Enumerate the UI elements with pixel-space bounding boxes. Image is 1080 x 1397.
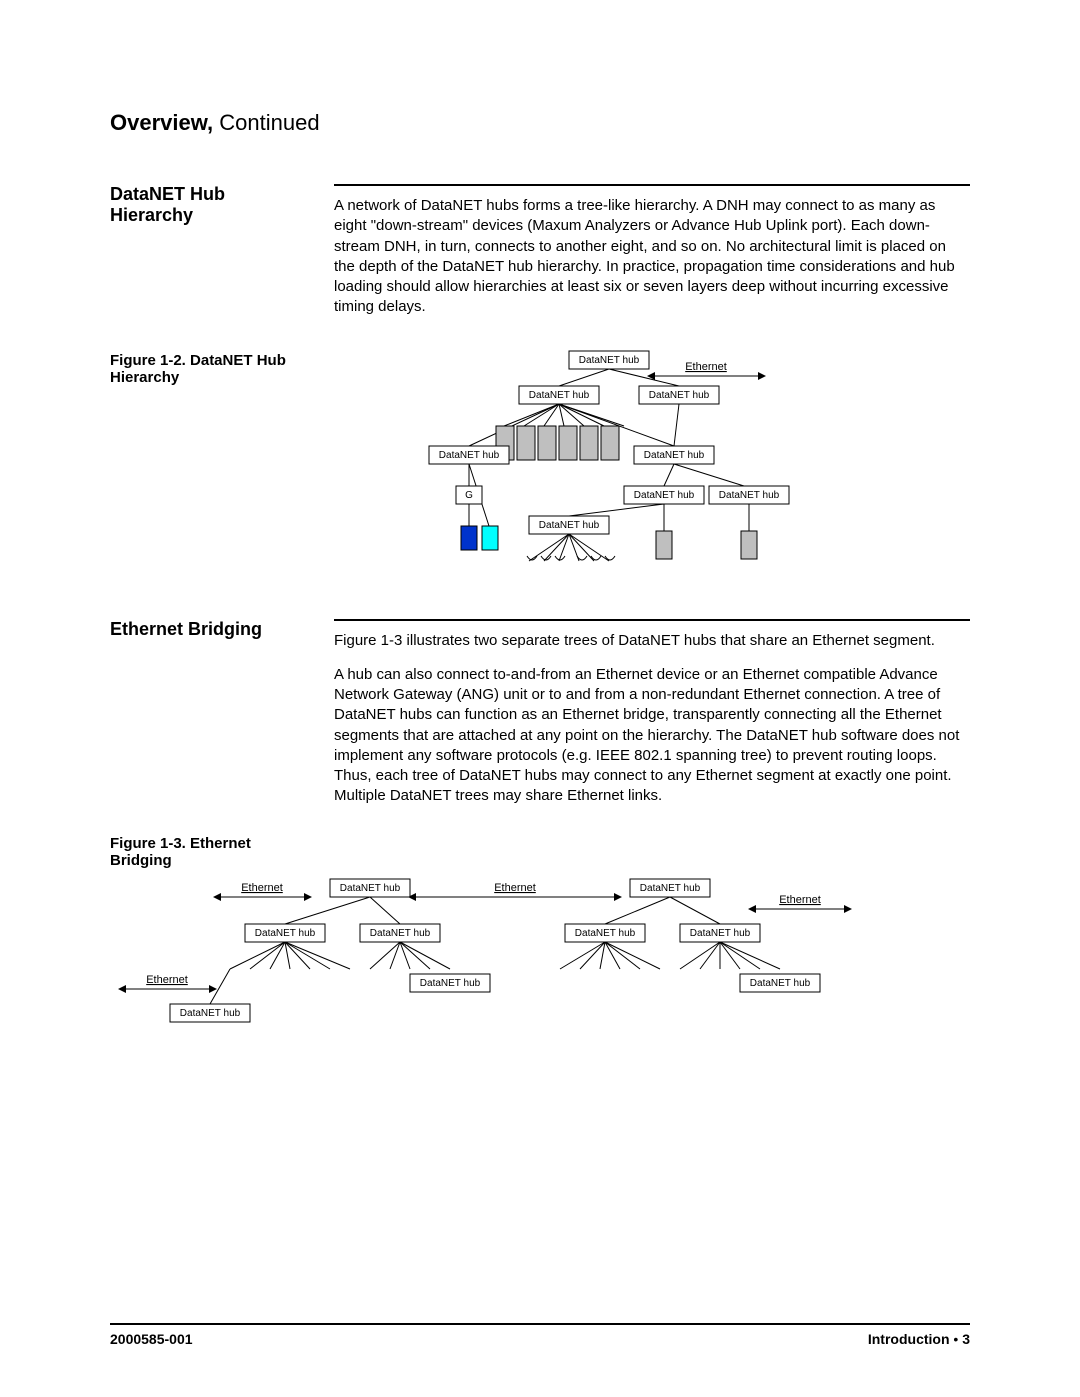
para-bridging-2: A hub can also connect to-and-from an Et… xyxy=(334,665,970,807)
ethernet-label: Ethernet xyxy=(685,361,727,373)
fig-1-3-caption: Figure 1-3. Ethernet Bridging xyxy=(110,835,310,869)
svg-text:DataNET hub: DataNET hub xyxy=(539,520,600,531)
svg-text:DataNET hub: DataNET hub xyxy=(690,928,751,939)
svg-text:DataNET hub: DataNET hub xyxy=(649,390,710,401)
svg-text:DataNET hub: DataNET hub xyxy=(439,450,500,461)
figure-1-3: Figure 1-3. Ethernet Bridging Ethernet D… xyxy=(110,835,970,1054)
section-bridging: Ethernet Bridging Figure 1-3 illustrates… xyxy=(110,619,970,807)
svg-text:DataNET hub: DataNET hub xyxy=(575,928,636,939)
rule-2 xyxy=(334,619,970,621)
svg-text:DataNET hub: DataNET hub xyxy=(529,390,590,401)
rule xyxy=(334,184,970,186)
svg-text:DataNET hub: DataNET hub xyxy=(340,883,401,894)
section-hierarchy: DataNET Hub Hierarchy A network of DataN… xyxy=(110,184,970,318)
svg-text:DataNET hub: DataNET hub xyxy=(420,978,481,989)
svg-text:DataNET hub: DataNET hub xyxy=(180,1008,241,1019)
fig-1-2-caption: Figure 1-2. DataNET Hub Hierarchy xyxy=(110,352,310,386)
svg-text:Ethernet: Ethernet xyxy=(494,882,536,894)
footer-right: Introduction • 3 xyxy=(868,1331,970,1347)
footer-page: 3 xyxy=(962,1331,970,1347)
page: Overview, Continued DataNET Hub Hierarch… xyxy=(0,0,1080,1397)
svg-text:DataNET hub: DataNET hub xyxy=(634,490,695,501)
device-row xyxy=(496,426,619,460)
footer-bullet: • xyxy=(950,1331,963,1347)
title-main: Overview, xyxy=(110,110,213,135)
page-title: Overview, Continued xyxy=(110,110,970,136)
page-footer: 2000585-001 Introduction • 3 xyxy=(110,1323,970,1347)
svg-text:Ethernet: Ethernet xyxy=(241,882,283,894)
svg-text:DataNET hub: DataNET hub xyxy=(370,928,431,939)
fig-1-2-svg: DataNET hub Ethernet DataNET hub DataNET… xyxy=(334,346,864,586)
title-continued: Continued xyxy=(213,110,319,135)
svg-text:Ethernet: Ethernet xyxy=(779,894,821,906)
heading-bridging: Ethernet Bridging xyxy=(110,619,310,640)
footer-docnum: 2000585-001 xyxy=(110,1331,193,1347)
para-bridging-1: Figure 1-3 illustrates two separate tree… xyxy=(334,631,970,651)
svg-text:Ethernet: Ethernet xyxy=(146,974,188,986)
footer-section: Introduction xyxy=(868,1331,950,1347)
svg-text:DataNET hub: DataNET hub xyxy=(255,928,316,939)
svg-text:DataNET hub: DataNET hub xyxy=(750,978,811,989)
heading-hierarchy: DataNET Hub Hierarchy xyxy=(110,184,310,226)
svg-text:DataNET hub: DataNET hub xyxy=(719,490,780,501)
fig-1-3-svg: Ethernet DataNET hub Ethernet DataNET hu… xyxy=(110,869,970,1049)
g-label: G xyxy=(465,490,473,501)
para-hierarchy: A network of DataNET hubs forms a tree-l… xyxy=(334,196,970,318)
hub-label: DataNET hub xyxy=(579,355,640,366)
svg-text:DataNET hub: DataNET hub xyxy=(640,883,701,894)
figure-1-2: Figure 1-2. DataNET Hub Hierarchy DataNE… xyxy=(110,346,970,591)
svg-text:DataNET hub: DataNET hub xyxy=(644,450,705,461)
fan-bottom-center xyxy=(527,534,615,561)
